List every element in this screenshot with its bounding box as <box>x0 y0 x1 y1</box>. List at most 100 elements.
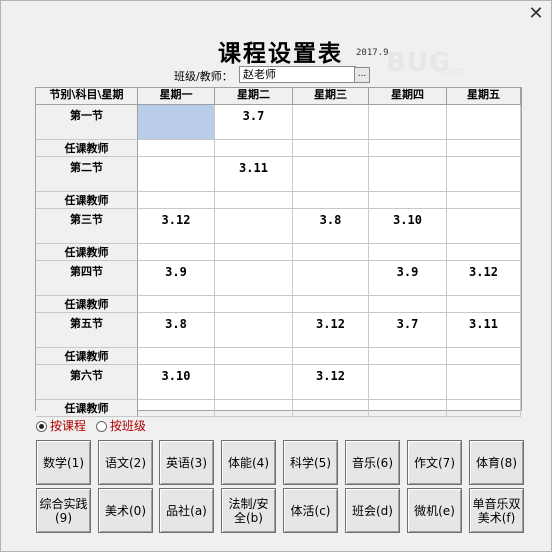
teacher-row-label: 任课教师 <box>36 348 138 365</box>
teacher-cell[interactable] <box>138 192 215 209</box>
teacher-cell[interactable] <box>138 296 215 313</box>
teacher-cell[interactable] <box>447 244 521 261</box>
course-button-label: 法制/安全(b) <box>228 496 269 525</box>
schedule-cell[interactable] <box>369 105 447 140</box>
day-header: 星期二 <box>215 88 293 105</box>
schedule-cell[interactable]: 3.8 <box>138 313 215 348</box>
period-label: 第二节 <box>36 157 138 192</box>
schedule-cell[interactable] <box>293 157 369 192</box>
radio-by-class[interactable]: 按班级 <box>95 417 146 434</box>
course-button[interactable]: 英语(3) <box>159 440 214 485</box>
schedule-cell[interactable] <box>447 105 521 140</box>
schedule-cell[interactable] <box>138 157 215 192</box>
date-label: 2017.9 <box>356 48 389 58</box>
teacher-cell[interactable] <box>215 192 293 209</box>
schedule-cell[interactable]: 3.11 <box>447 313 521 348</box>
course-button[interactable]: 法制/安全(b) <box>221 488 276 533</box>
radio-dot-course[interactable] <box>36 421 47 432</box>
course-button-label: 班会(d) <box>352 503 393 518</box>
course-button[interactable]: 数学(1) <box>36 440 91 485</box>
course-button[interactable]: 综合实践(9) <box>36 488 91 533</box>
teacher-cell[interactable] <box>293 140 369 157</box>
teacher-cell[interactable] <box>138 244 215 261</box>
teacher-row-label: 任课教师 <box>36 244 138 261</box>
teacher-cell[interactable] <box>215 348 293 365</box>
schedule-cell[interactable]: 3.9 <box>138 261 215 296</box>
teacher-cell[interactable] <box>369 400 447 417</box>
period-label: 第三节 <box>36 209 138 244</box>
radio-by-course[interactable]: 按课程 <box>36 417 86 434</box>
teacher-cell[interactable] <box>447 192 521 209</box>
course-button-label: 作文(7) <box>414 455 455 470</box>
teacher-cell[interactable] <box>369 296 447 313</box>
schedule-cell[interactable] <box>215 261 293 296</box>
teacher-cell[interactable] <box>215 400 293 417</box>
course-button[interactable]: 音乐(6) <box>345 440 400 485</box>
course-button[interactable]: 体能(4) <box>221 440 276 485</box>
schedule-cell[interactable] <box>215 209 293 244</box>
teacher-cell[interactable] <box>293 348 369 365</box>
course-button[interactable]: 品社(a) <box>159 488 214 533</box>
teacher-cell[interactable] <box>447 348 521 365</box>
teacher-cell[interactable] <box>447 140 521 157</box>
schedule-cell[interactable] <box>369 365 447 400</box>
teacher-cell[interactable] <box>215 244 293 261</box>
course-button-label: 语文(2) <box>105 455 146 470</box>
teacher-row-label: 任课教师 <box>36 400 138 417</box>
course-button[interactable]: 体育(8) <box>469 440 524 485</box>
teacher-cell[interactable] <box>293 244 369 261</box>
schedule-cell[interactable] <box>293 105 369 140</box>
close-icon[interactable]: ✕ <box>526 4 546 24</box>
teacher-cell[interactable] <box>369 192 447 209</box>
schedule-cell[interactable] <box>215 313 293 348</box>
schedule-grid: 节别\科目\星期 星期一 星期二 星期三 星期四 星期五 第一节 3.7 任课教师 第二节 3.11… <box>35 87 522 417</box>
teacher-cell[interactable] <box>447 400 521 417</box>
teacher-cell[interactable] <box>369 244 447 261</box>
browse-button[interactable]: ... <box>354 67 370 83</box>
teacher-cell[interactable] <box>138 348 215 365</box>
schedule-cell[interactable] <box>447 209 521 244</box>
schedule-cell[interactable]: 3.8 <box>293 209 369 244</box>
teacher-cell[interactable] <box>369 140 447 157</box>
schedule-cell[interactable] <box>369 157 447 192</box>
course-button[interactable]: 美术(0) <box>98 488 153 533</box>
schedule-cell[interactable] <box>138 105 215 140</box>
teacher-cell[interactable] <box>447 296 521 313</box>
course-button[interactable]: 体活(c) <box>283 488 338 533</box>
schedule-cell[interactable]: 3.11 <box>215 157 293 192</box>
schedule-cell[interactable]: 3.12 <box>138 209 215 244</box>
schedule-cell[interactable]: 3.7 <box>215 105 293 140</box>
teacher-row-label: 任课教师 <box>36 140 138 157</box>
period-label: 第五节 <box>36 313 138 348</box>
schedule-cell[interactable]: 3.7 <box>369 313 447 348</box>
teacher-input[interactable]: 赵老师 <box>239 66 356 83</box>
course-button-label: 美术(0) <box>105 503 146 518</box>
schedule-cell[interactable]: 3.12 <box>447 261 521 296</box>
schedule-cell[interactable]: 3.12 <box>293 313 369 348</box>
teacher-cell[interactable] <box>293 192 369 209</box>
teacher-cell[interactable] <box>138 140 215 157</box>
course-button[interactable]: 科学(5) <box>283 440 338 485</box>
teacher-cell[interactable] <box>215 140 293 157</box>
schedule-cell[interactable] <box>293 261 369 296</box>
schedule-cell[interactable]: 3.9 <box>369 261 447 296</box>
schedule-cell[interactable] <box>447 365 521 400</box>
schedule-cell[interactable] <box>215 365 293 400</box>
teacher-cell[interactable] <box>215 296 293 313</box>
schedule-cell[interactable]: 3.10 <box>138 365 215 400</box>
course-button[interactable]: 班会(d) <box>345 488 400 533</box>
radio-by-course-label: 按课程 <box>50 419 87 433</box>
teacher-cell[interactable] <box>293 296 369 313</box>
teacher-cell[interactable] <box>293 400 369 417</box>
course-button[interactable]: 作文(7) <box>407 440 462 485</box>
radio-dot-class[interactable] <box>95 421 107 432</box>
course-button[interactable]: 微机(e) <box>407 488 462 533</box>
schedule-cell[interactable]: 3.12 <box>293 365 369 400</box>
schedule-cell[interactable]: 3.10 <box>369 209 447 244</box>
teacher-cell[interactable] <box>138 400 215 417</box>
course-button[interactable]: 单音乐双美术(f) <box>469 488 524 533</box>
course-button-label: 科学(5) <box>290 455 331 470</box>
schedule-cell[interactable] <box>447 157 521 192</box>
teacher-cell[interactable] <box>369 348 447 365</box>
course-button[interactable]: 语文(2) <box>98 440 153 485</box>
